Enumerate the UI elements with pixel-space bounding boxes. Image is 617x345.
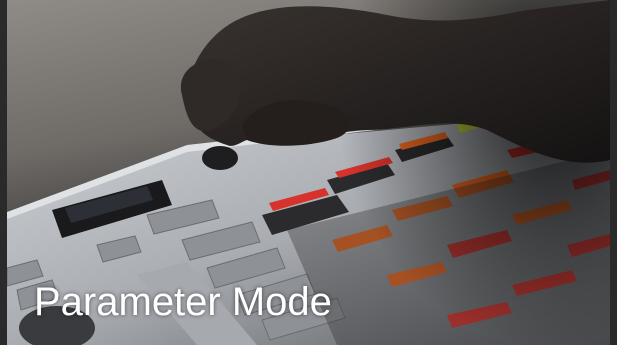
small-knob <box>202 146 238 170</box>
caption-title: Parameter Mode <box>34 280 332 324</box>
photo-frame: Parameter Mode <box>0 0 617 345</box>
